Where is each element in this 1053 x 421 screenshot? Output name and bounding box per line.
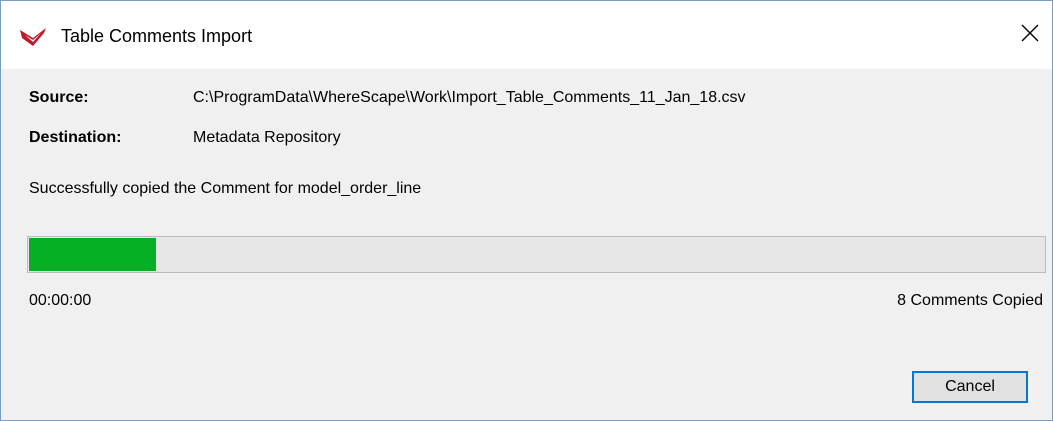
close-button[interactable] xyxy=(1014,19,1046,51)
progress-bar xyxy=(27,236,1046,273)
status-message: Successfully copied the Comment for mode… xyxy=(29,180,422,197)
comments-copied-count: 8 Comments Copied xyxy=(897,292,1043,309)
dialog-title: Table Comments Import xyxy=(61,26,253,46)
wherescape-logo-icon xyxy=(19,27,47,47)
progress-fill xyxy=(29,238,156,271)
destination-label: Destination: xyxy=(29,129,122,146)
close-icon xyxy=(1021,24,1039,47)
source-label: Source: xyxy=(29,89,89,106)
source-path: C:\ProgramData\WhereScape\Work\Import_Ta… xyxy=(193,89,746,106)
import-dialog: Table Comments Import Source: C:\Program… xyxy=(0,0,1053,421)
title-bar: Table Comments Import xyxy=(1,1,1052,69)
destination-value: Metadata Repository xyxy=(193,129,341,146)
elapsed-time: 00:00:00 xyxy=(29,292,92,309)
cancel-button[interactable]: Cancel xyxy=(912,371,1028,403)
